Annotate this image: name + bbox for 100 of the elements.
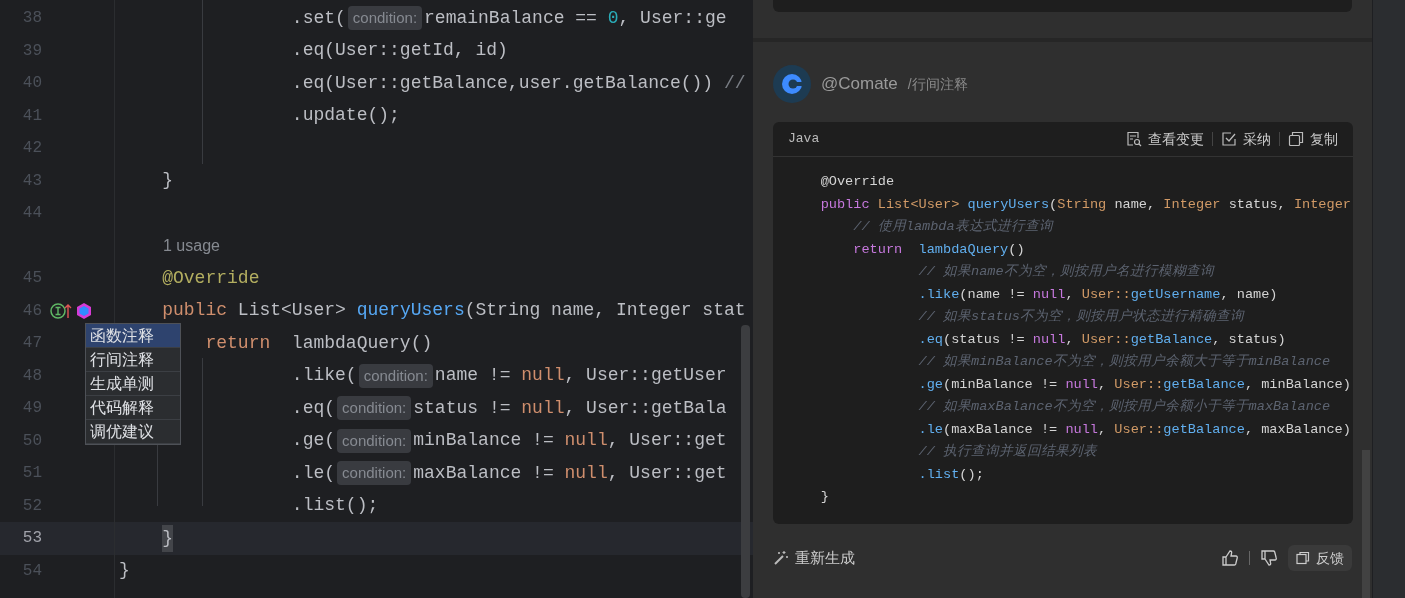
code-token: , User::getUser [564,364,727,388]
code-token: (status != [943,330,1026,349]
code-token: User:: [1081,285,1131,304]
code-token: return [205,331,271,355]
feedback-button[interactable]: 反馈 [1288,545,1352,571]
code-token: 0 [607,6,619,30]
code-token: .eq(User::getId, id) [291,39,508,63]
code-token: , [1098,375,1108,394]
code-token: () [1008,240,1025,259]
usage-hint[interactable]: 1 usage [163,233,220,258]
menu-item[interactable]: 调优建议 [86,420,180,444]
code-token: minBalance != [413,429,555,453]
code-token: null [1065,375,1099,394]
code-token: , [1098,420,1108,439]
parameter-hint: condition: [337,396,412,421]
code-token: public [820,195,870,214]
code-token: .like [918,285,960,304]
parameter-hint: condition: [347,6,423,31]
code-token: User:: [1081,330,1131,349]
parameter-hint: condition: [358,363,433,388]
comate-logo-icon [773,65,811,103]
code-token: Integer [1293,195,1351,214]
code-comment: // 如果maxBalance不为空，则按用户余额小于等于maxBalance [918,397,1331,417]
code-token: .eq( [291,396,336,420]
code-token: .ge( [291,429,336,453]
code-token: getBalance [1163,375,1245,394]
copy-icon [1288,131,1304,147]
code-token: String [1057,195,1107,214]
code-token: status, [1228,195,1287,214]
code-token: .le [918,420,943,439]
parameter-hint: condition: [337,461,412,486]
line-number: 53 [21,528,42,550]
code-token: null [521,364,565,388]
code-token: .like( [291,364,357,388]
code-token: name, [1114,195,1157,214]
code-token: @Override [162,266,260,290]
code-action-button[interactable]: 查看变更 [1126,128,1204,150]
code-comment: // 执行查询并返回结果列表 [918,442,1097,462]
author-name: @Comate [821,73,898,96]
code-token: .ge [918,375,943,394]
code-token: .set( [291,6,346,30]
code-token: null [1032,330,1066,349]
language-label: Java [788,130,820,149]
code-token: getBalance [1163,420,1245,439]
code-token: .update(); [291,104,400,128]
thumbs-down-icon[interactable] [1260,549,1278,567]
code-token: (name != [959,285,1026,304]
code-token: List<User> [237,299,347,323]
code-token: lambdaQuery [918,240,1009,259]
code-token: List<User> [877,195,960,214]
menu-item[interactable]: 函数注释 [86,324,180,348]
comate-icon[interactable] [76,301,92,320]
parameter-hint: condition: [337,428,412,453]
code-comment: // 如果name不为空，则按用户名进行模糊查询 [918,262,1214,282]
menu-item[interactable]: 代码解释 [86,396,180,420]
magic-wand-icon [773,550,789,566]
code-token: , [1065,330,1075,349]
code-token: .eq(User::getBalance,user.getBalance()) [291,71,715,95]
code-token: , status) [1212,330,1286,349]
code-token: (); [959,465,984,484]
code-comment: // 如果minBalance不为空，则按用户余额大于等于minBalance [918,352,1331,372]
code-token: status != [413,396,512,420]
code-token: null [521,396,565,420]
code-token: lambdaQuery() [291,331,433,355]
code-token: } [119,559,130,583]
code-action-button[interactable]: 采纳 [1221,128,1271,150]
code-token: , User::ge [618,6,727,30]
code-token: , User::get [607,461,727,485]
code-token: .eq [918,330,943,349]
code-comment: // 如果status不为空，则按用户状态进行精确查询 [918,307,1244,327]
checkbox-icon [1221,131,1237,147]
implements-icon[interactable] [50,301,72,320]
copy-icon [1296,551,1310,565]
code-token: remainBalance == [424,6,598,30]
code-token: null [1032,285,1066,304]
code-token: , name) [1220,285,1278,304]
code-token: maxBalance != [413,461,555,485]
code-token: , User::getBala [564,396,727,420]
menu-item[interactable]: 生成单测 [86,372,180,396]
code-token: , User::get [607,429,727,453]
menu-item[interactable]: 行间注释 [86,348,180,372]
code-token: queryUsers [967,195,1050,214]
code-token: , minBalance) [1244,375,1351,394]
code-token: } [162,169,174,193]
code-token: // [723,71,746,95]
code-token: (String name, Integer stat [464,299,746,323]
command-label: /行间注释 [907,74,968,94]
code-token: (minBalance != [943,375,1059,394]
code-token: null [564,429,608,453]
thumbs-up-icon[interactable] [1221,549,1239,567]
code-token: name != [434,364,512,388]
code-action-button[interactable]: 复制 [1288,128,1338,150]
code-token: return [853,240,903,259]
scrollbar[interactable] [741,325,750,598]
code-comment: // 使用lambda表达式进行查询 [853,217,1053,237]
code-token: public [162,299,228,323]
code-token: @Override [820,173,895,192]
regenerate-button[interactable]: 重新生成 [773,546,855,570]
document-search-icon [1126,131,1142,147]
code-token: User:: [1114,375,1164,394]
